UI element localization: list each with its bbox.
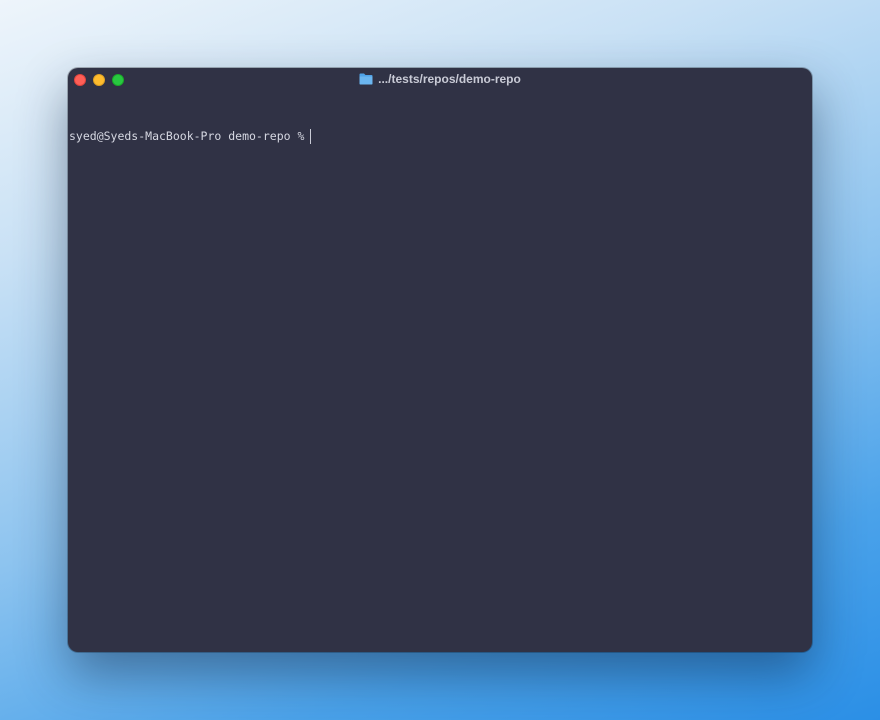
window-title: .../tests/repos/demo-repo (68, 72, 812, 86)
terminal-output[interactable]: syed@Syeds-MacBook-Pro demo-repo % (68, 92, 812, 176)
shell-prompt: syed@Syeds-MacBook-Pro demo-repo % (69, 129, 305, 143)
terminal-window: .../tests/repos/demo-repo syed@Syeds-Mac… (68, 68, 812, 652)
window-title-text: .../tests/repos/demo-repo (378, 72, 521, 86)
folder-icon (359, 73, 373, 85)
prompt-line[interactable]: syed@Syeds-MacBook-Pro demo-repo % (69, 128, 812, 144)
text-cursor (310, 128, 312, 144)
title-bar[interactable]: .../tests/repos/demo-repo (68, 68, 812, 92)
